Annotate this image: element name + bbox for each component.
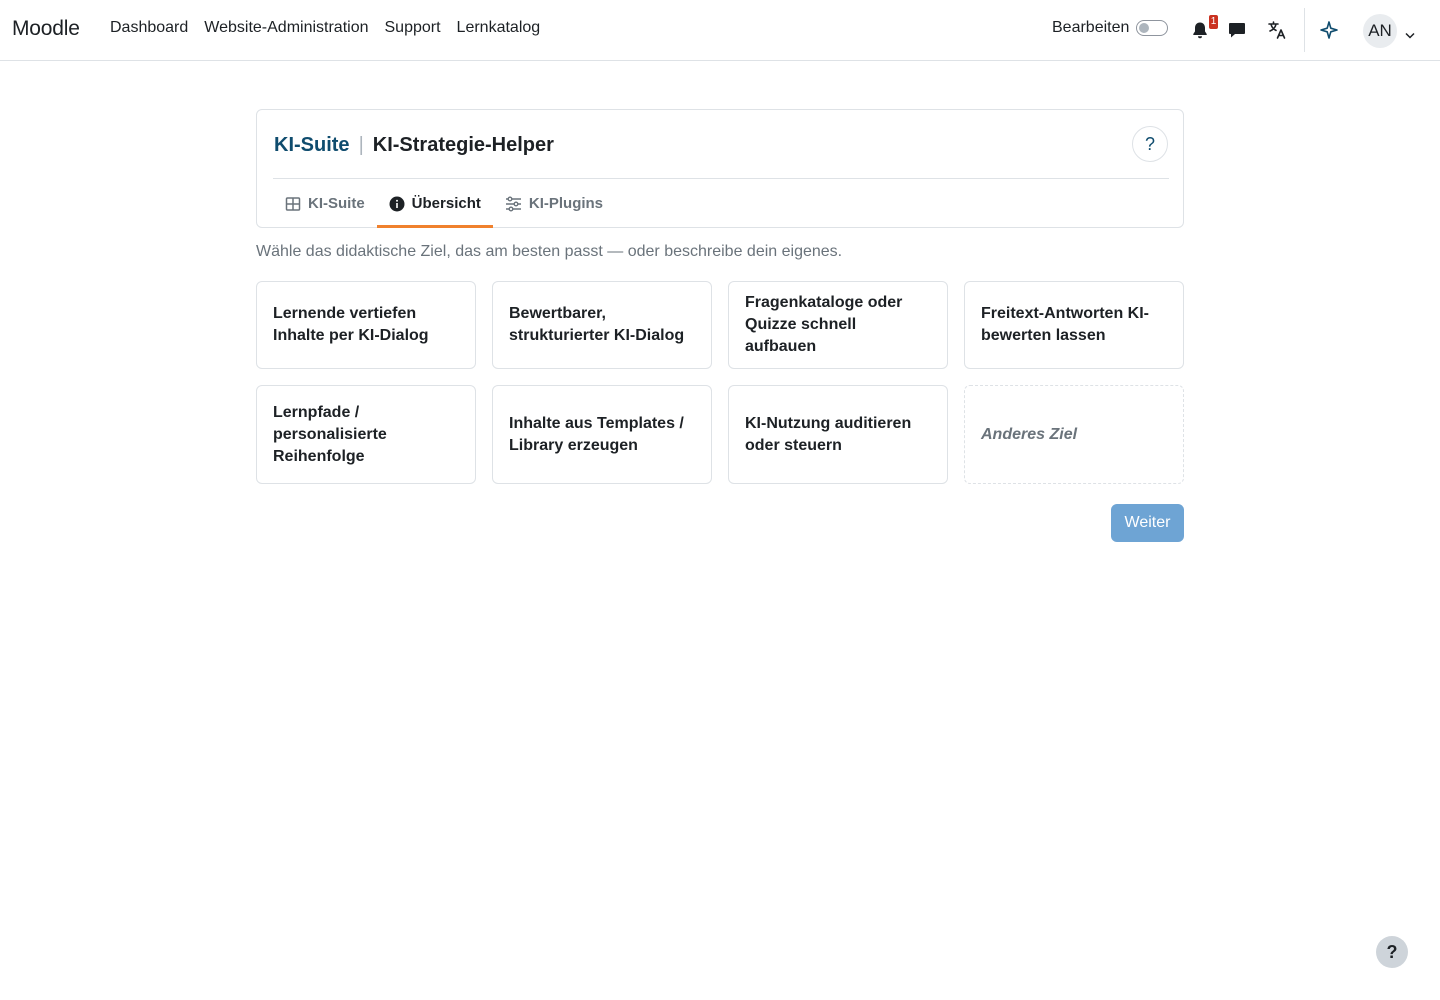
goal-option-deepen-dialog[interactable]: Lernende vertiefen Inhalte per KI-Dialog xyxy=(256,281,476,369)
tab-ki-plugins[interactable]: KI-Plugins xyxy=(493,179,615,228)
goal-option-templates[interactable]: Inhalte aus Templates / Library erzeugen xyxy=(492,385,712,484)
edit-mode-toggle[interactable] xyxy=(1136,20,1169,36)
nav-dashboard[interactable]: Dashboard xyxy=(110,19,188,37)
nav-learning-catalog[interactable]: Lernkatalog xyxy=(457,19,541,37)
ki-suite-header-card: KI-Suite | KI-Strategie-Helper ? KI-Suit… xyxy=(256,109,1184,228)
goal-label: KI-Nutzung auditieren oder steuern xyxy=(745,414,912,454)
site-brand[interactable]: Moodle xyxy=(12,17,80,41)
goal-label: Inhalte aus Templates / Library erzeugen xyxy=(509,414,684,454)
goal-option-audit[interactable]: KI-Nutzung auditieren oder steuern xyxy=(728,385,948,484)
intro-text: Wähle das didaktische Ziel, das am beste… xyxy=(256,243,843,260)
goal-label: Anderes Ziel xyxy=(981,425,1078,443)
ai-sparkle-icon[interactable] xyxy=(1317,18,1341,42)
title-separator: | xyxy=(358,134,364,156)
goal-label: Bewertbarer, strukturierter KI-Dialog xyxy=(509,305,685,344)
top-navbar: Moodle Dashboard Website-Administration … xyxy=(0,0,1440,61)
message-icon[interactable] xyxy=(1225,18,1249,42)
navbar-divider xyxy=(1304,8,1305,52)
primary-navigation: Dashboard Website-Administration Support… xyxy=(110,19,556,37)
tab-overview[interactable]: Übersicht xyxy=(376,179,494,228)
edit-mode-label: Bearbeiten xyxy=(1052,19,1130,36)
goal-label: Fragenkataloge oder Quizze schnell aufba… xyxy=(745,294,903,355)
goal-option-question-catalog[interactable]: Fragenkataloge oder Quizze schnell aufba… xyxy=(728,281,948,369)
goal-label: Freitext-Antworten KI-bewerten lassen xyxy=(981,305,1149,344)
toggle-knob xyxy=(1139,23,1150,33)
goal-option-freetext-grading[interactable]: Freitext-Antworten KI-bewerten lassen xyxy=(964,281,1184,369)
grid-icon xyxy=(285,196,301,211)
suite-label[interactable]: KI-Suite xyxy=(274,134,350,157)
goal-label: Lernpfade / personalisierte Reihenfolge xyxy=(273,403,387,465)
goal-label: Lernende vertiefen Inhalte per KI-Dialog xyxy=(273,305,429,344)
goal-option-other[interactable]: Anderes Ziel xyxy=(964,385,1184,484)
notification-count-badge: 1 xyxy=(1209,15,1218,29)
nav-support[interactable]: Support xyxy=(385,19,441,37)
chevron-down-icon[interactable] xyxy=(1405,26,1415,44)
help-button[interactable]: ? xyxy=(1132,126,1168,162)
tab-label: Übersicht xyxy=(411,195,481,212)
tab-label: KI-Suite xyxy=(308,195,365,212)
next-button[interactable]: Weiter xyxy=(1111,504,1184,542)
tab-bar: KI-Suite Übersicht KI-Plugins xyxy=(273,179,615,228)
info-icon xyxy=(389,196,405,211)
goal-option-graded-dialog[interactable]: Bewertbarer, strukturierter KI-Dialog xyxy=(492,281,712,369)
footer-help-button[interactable]: ? xyxy=(1376,936,1408,968)
page-title-text: KI-Strategie-Helper xyxy=(372,134,554,156)
goal-option-learning-paths[interactable]: Lernpfade / personalisierte Reihenfolge xyxy=(256,385,476,484)
edit-mode-control: Bearbeiten xyxy=(1052,19,1169,37)
sliders-icon xyxy=(505,196,521,211)
page-title: KI-Suite | KI-Strategie-Helper xyxy=(274,134,554,157)
tab-label: KI-Plugins xyxy=(528,195,604,212)
user-avatar[interactable]: AN xyxy=(1363,14,1397,48)
tab-ki-suite[interactable]: KI-Suite xyxy=(273,179,377,228)
translate-icon[interactable] xyxy=(1265,18,1289,42)
nav-site-administration[interactable]: Website-Administration xyxy=(204,19,368,37)
